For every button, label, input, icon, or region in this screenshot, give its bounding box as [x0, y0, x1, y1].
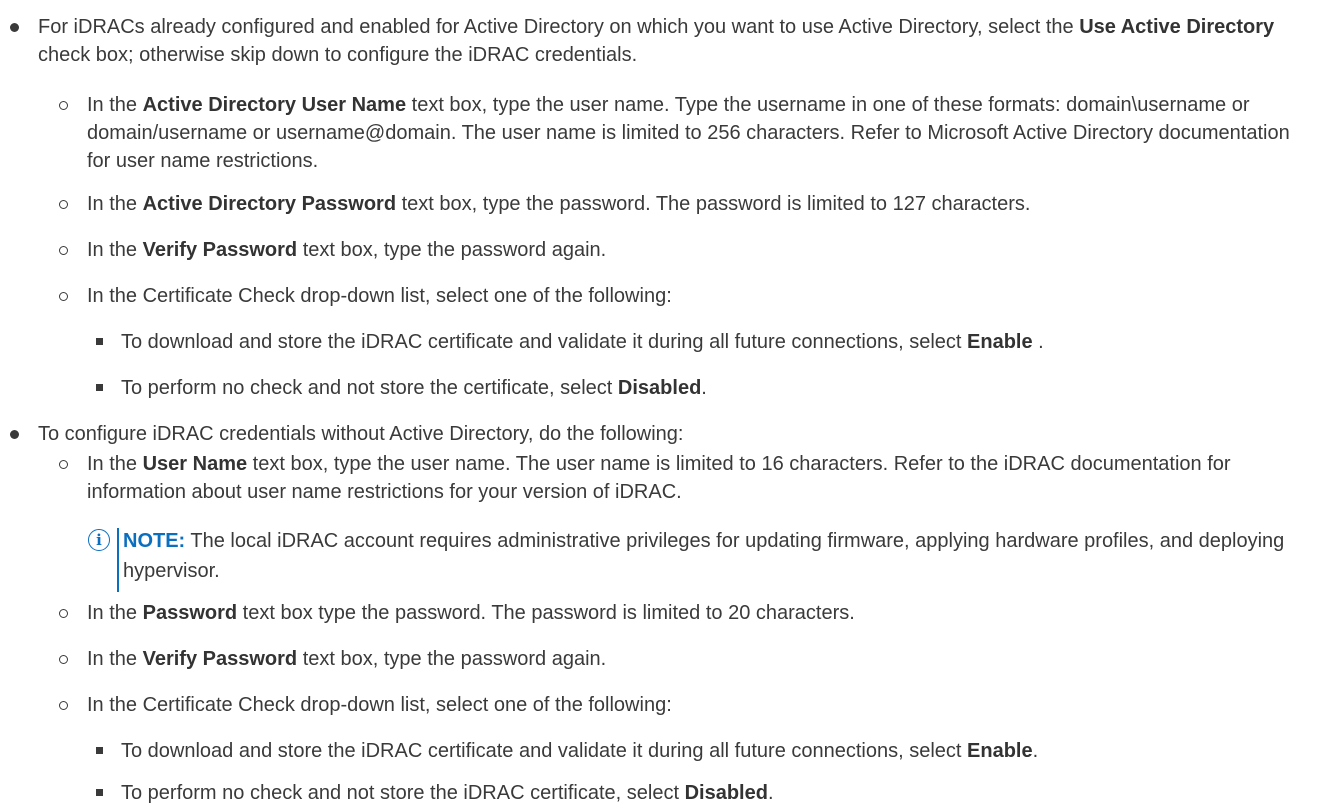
list-item-cert-disabled: To perform no check and not store the iD…	[96, 779, 1318, 807]
bullet-square	[96, 338, 103, 345]
list-item-ad-cert-enable: To download and store the iDRAC certific…	[96, 328, 1318, 356]
note-box: i NOTE: The local iDRAC account requires…	[88, 526, 1318, 592]
bullet-circle	[59, 292, 68, 301]
bullet-square	[96, 384, 103, 391]
bullet-circle	[59, 460, 68, 469]
note-divider	[117, 528, 119, 592]
bullet-square	[96, 747, 103, 754]
list-item-without-active-directory: To configure iDRAC credentials without A…	[10, 420, 1318, 448]
list-item-password: In the Password text box type the passwo…	[59, 599, 1318, 627]
bullet-disc	[10, 430, 19, 439]
ui-term: Active Directory User Name	[142, 94, 407, 116]
list-item-ad-verify-password: In the Verify Password text box, type th…	[59, 236, 1318, 264]
ui-term: Use Active Directory	[1079, 16, 1275, 38]
note-text: NOTE: The local iDRAC account requires a…	[123, 530, 1285, 582]
bullet-square	[96, 789, 103, 796]
bullet-circle	[59, 101, 68, 110]
list-item-user-name: In the User Name text box, type the user…	[59, 450, 1318, 506]
bullet-circle	[59, 655, 68, 664]
ui-term: Disabled	[684, 782, 768, 804]
info-icon: i	[88, 529, 110, 551]
list-item-certificate-check: In the Certificate Check drop-down list,…	[59, 691, 1318, 719]
list-item-ad-certificate-check: In the Certificate Check drop-down list,…	[59, 282, 1318, 310]
ui-term: Disabled	[617, 377, 702, 399]
list-item-cert-enable: To download and store the iDRAC certific…	[96, 737, 1318, 765]
ui-term: Verify Password	[142, 239, 298, 261]
ui-term: Verify Password	[142, 648, 298, 670]
list-item-verify-password: In the Verify Password text box, type th…	[59, 645, 1318, 673]
list-item-ad-password: In the Active Directory Password text bo…	[59, 190, 1318, 218]
ui-term: User Name	[142, 453, 248, 475]
bullet-circle	[59, 609, 68, 618]
document-page: For iDRACs already configured and enable…	[0, 0, 1330, 810]
bullet-circle	[59, 246, 68, 255]
list-item-ad-user-name: In the Active Directory User Name text b…	[59, 91, 1318, 175]
note-label: NOTE:	[123, 530, 186, 552]
ui-term: Password	[142, 602, 238, 624]
list-item-ad-cert-disabled: To perform no check and not store the ce…	[96, 374, 1318, 402]
bullet-disc	[10, 23, 19, 32]
list-item-use-active-directory: For iDRACs already configured and enable…	[10, 13, 1318, 69]
ui-term: Enable	[967, 740, 1033, 762]
ui-term: Enable	[967, 331, 1033, 353]
bullet-circle	[59, 701, 68, 710]
ui-term: Active Directory Password	[142, 193, 397, 215]
bullet-circle	[59, 200, 68, 209]
